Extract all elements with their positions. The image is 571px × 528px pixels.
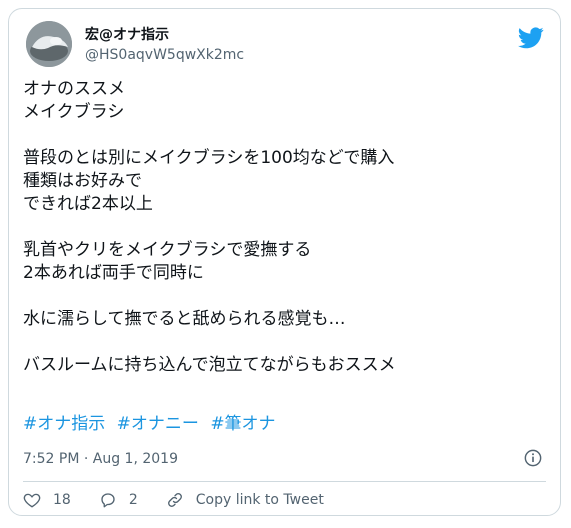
tweet-line [23, 124, 543, 147]
hashtag-link[interactable]: #筆オナ [210, 414, 275, 434]
tweet-card: 宏@オナ指示 @HS0aqvW5qwXk2mc オナのススメ メイクブラシ 普段… [8, 8, 561, 516]
display-name[interactable]: 宏@オナ指示 [85, 27, 169, 43]
divider [23, 481, 546, 482]
reply-button[interactable]: 2 [99, 491, 138, 509]
like-button[interactable]: 18 [23, 491, 71, 509]
tweet-line: 水に濡らして撫でると舐められる感覚も… [23, 309, 346, 329]
twitter-bird-icon[interactable] [518, 27, 544, 49]
tweet-line: バスルームに持ち込んで泡立てながらもおススメ [23, 355, 396, 375]
user-handle[interactable]: @HS0aqvW5qwXk2mc [85, 47, 244, 63]
copy-link-label: Copy link to Tweet [195, 492, 324, 508]
tweet-line [23, 331, 543, 354]
hashtag-link[interactable]: #オナニー [117, 414, 199, 434]
info-icon[interactable] [524, 449, 542, 467]
heart-icon [23, 493, 41, 508]
avatar[interactable] [26, 21, 72, 67]
reply-icon [101, 493, 115, 508]
tweet-line: 2本あれば両手で同時に [23, 263, 204, 283]
tweet-line: メイクブラシ [23, 102, 125, 122]
hashtag-link[interactable]: #オナ指示 [23, 414, 105, 434]
avatar-image [26, 21, 72, 67]
copy-link-button[interactable]: Copy link to Tweet [166, 491, 324, 509]
tweet-line: 乳首やクリをメイクブラシで愛撫する [23, 240, 312, 260]
link-icon [167, 493, 182, 507]
tweet-actions: 18 2 Copy link to Tweet [23, 489, 352, 511]
tweet-line [23, 216, 543, 239]
tweet-line [23, 285, 543, 308]
hashtag-list: #オナ指示 #オナニー #筆オナ [23, 413, 282, 436]
reply-count: 2 [128, 492, 138, 508]
tweet-line: できれば2本以上 [23, 194, 153, 214]
tweet-timestamp[interactable]: 7:52 PM · Aug 1, 2019 [23, 451, 178, 467]
tweet-line: 普段のとは別にメイクブラシを100均などで購入 [23, 148, 395, 168]
tweet-line: 種類はお好みで [23, 171, 142, 191]
like-count: 18 [53, 492, 71, 508]
tweet-line: オナのススメ [23, 79, 125, 99]
tweet-text: オナのススメ メイクブラシ 普段のとは別にメイクブラシを100均などで購入 種類… [23, 78, 543, 377]
